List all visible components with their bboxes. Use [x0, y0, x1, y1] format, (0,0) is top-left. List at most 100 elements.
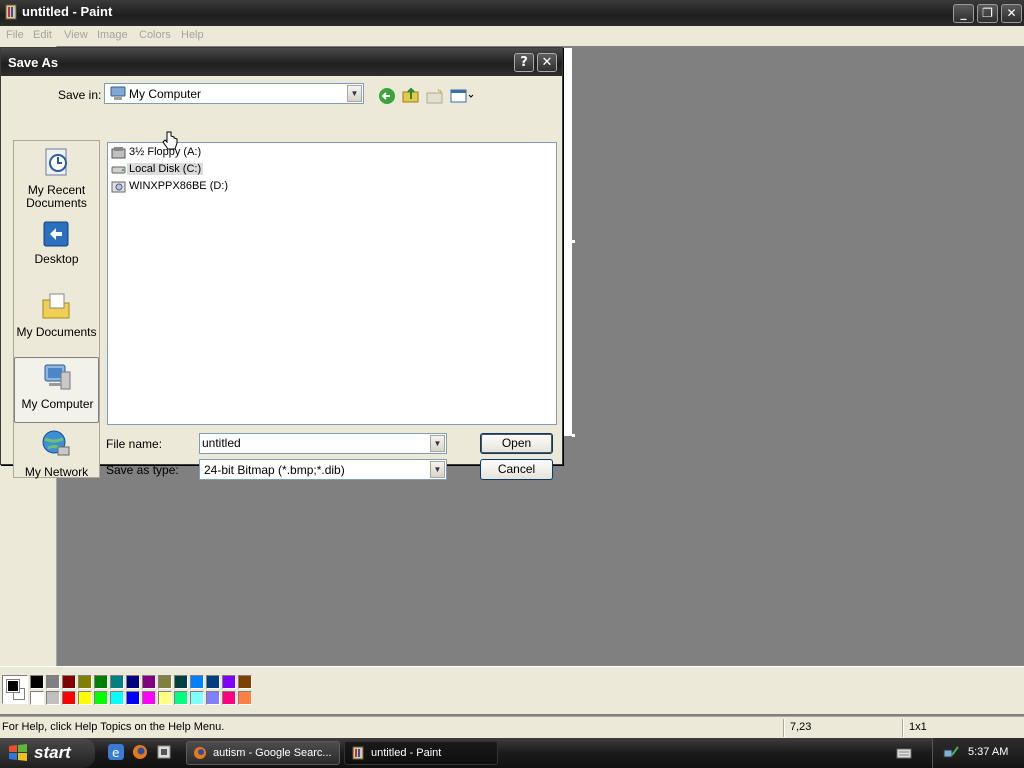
firefox-quicklaunch-icon[interactable]: [132, 744, 148, 760]
new-folder-icon[interactable]: [426, 87, 444, 105]
menu-colors[interactable]: Colors: [139, 29, 171, 41]
canvas-resize-handle-corner[interactable]: [572, 434, 575, 437]
color-swatch[interactable]: [126, 691, 140, 705]
media-quicklaunch-icon[interactable]: [156, 744, 172, 760]
chevron-down-icon[interactable]: ▼: [430, 435, 445, 452]
keyboard-icon[interactable]: [896, 746, 912, 760]
menu-view[interactable]: View: [64, 29, 88, 41]
file-name-input[interactable]: [200, 434, 410, 452]
view-menu-icon[interactable]: [450, 87, 474, 105]
color-swatch[interactable]: [126, 675, 140, 689]
color-swatch[interactable]: [30, 691, 44, 705]
dialog-title-bar[interactable]: Save As ? ✕: [1, 48, 562, 76]
dialog-body: Save in: My Computer ▼ My Recent Documen…: [4, 76, 559, 480]
color-swatch[interactable]: [142, 675, 156, 689]
place-label: My Documents: [16, 325, 97, 339]
task-paint[interactable]: untitled - Paint: [344, 741, 498, 765]
color-swatch[interactable]: [174, 691, 188, 705]
color-swatch[interactable]: [78, 691, 92, 705]
save-as-type-dropdown[interactable]: 24-bit Bitmap (*.bmp;*.dib) ▼: [199, 459, 447, 480]
place-my-recent-documents[interactable]: My Recent Documents: [14, 143, 99, 210]
color-swatch[interactable]: [158, 691, 172, 705]
firefox-icon: [194, 747, 206, 759]
start-button[interactable]: start: [0, 738, 95, 768]
color-swatch[interactable]: [94, 691, 108, 705]
my-documents-icon: [42, 293, 70, 319]
color-swatch[interactable]: [222, 691, 236, 705]
color-swatch[interactable]: [110, 691, 124, 705]
place-label: My Network: [24, 465, 89, 479]
color-swatch[interactable]: [158, 675, 172, 689]
color-swatch[interactable]: [62, 675, 76, 689]
places-bar: My Recent Documents Desktop My Documents: [13, 140, 100, 479]
save-as-dialog: Save As ? ✕ Save in: My Computer ▼ My Re…: [0, 47, 563, 480]
save-in-dropdown[interactable]: My Computer ▼: [104, 83, 364, 104]
ie-quicklaunch-icon[interactable]: e: [108, 744, 124, 760]
back-arrow-icon[interactable]: [378, 87, 396, 105]
place-label: My Recent Documents: [26, 183, 87, 210]
paint-title-bar[interactable]: untitled - Paint _ ❐ ✕: [0, 0, 1024, 26]
task-firefox[interactable]: autism - Google Searc...: [186, 741, 340, 765]
menu-help[interactable]: Help: [181, 29, 204, 41]
color-swatch[interactable]: [174, 675, 188, 689]
desktop-icon: [43, 221, 69, 247]
my-network-icon: [42, 430, 70, 456]
restore-button[interactable]: ❐: [977, 4, 998, 23]
menu-edit[interactable]: Edit: [33, 29, 52, 41]
my-computer-small-icon: [110, 86, 126, 100]
file-list[interactable]: 3½ Floppy (A:) Local Disk (C:) WINXPPX86…: [107, 142, 557, 425]
place-my-network[interactable]: My Network: [14, 425, 99, 491]
color-swatch[interactable]: [62, 691, 76, 705]
file-name-field[interactable]: ▼: [199, 433, 447, 454]
status-divider: [902, 719, 904, 737]
foreground-color-swatch: [6, 679, 20, 693]
chevron-down-icon[interactable]: ▼: [347, 85, 362, 102]
color-swatch[interactable]: [238, 675, 252, 689]
minimize-button[interactable]: _: [953, 4, 974, 23]
color-swatch[interactable]: [78, 675, 92, 689]
color-palette: [0, 666, 1024, 714]
status-help-text: For Help, click Help Topics on the Help …: [2, 721, 225, 733]
paint-app-icon: [5, 4, 17, 20]
cancel-button[interactable]: Cancel: [480, 459, 553, 480]
dialog-close-button[interactable]: ✕: [537, 53, 557, 72]
open-button[interactable]: Open: [480, 433, 553, 454]
network-tray-icon[interactable]: [943, 745, 959, 761]
status-bar: For Help, click Help Topics on the Help …: [0, 716, 1024, 738]
taskbar: start e autism - Google Searc... untitle…: [0, 738, 1024, 768]
color-swatch[interactable]: [30, 675, 44, 689]
hand-cursor-icon: [162, 131, 178, 150]
canvas-resize-handle-right[interactable]: [572, 240, 575, 243]
chevron-down-icon[interactable]: ▼: [430, 461, 445, 478]
color-swatch[interactable]: [206, 675, 220, 689]
paint-icon: [352, 746, 364, 760]
color-swatch[interactable]: [142, 691, 156, 705]
color-swatch[interactable]: [238, 691, 252, 705]
clock: 5:37 AM: [968, 746, 1009, 758]
hard-disk-icon: [111, 166, 126, 174]
color-swatch[interactable]: [110, 675, 124, 689]
place-my-computer[interactable]: My Computer: [14, 357, 99, 423]
color-swatch[interactable]: [46, 675, 60, 689]
menu-file[interactable]: File: [6, 29, 24, 41]
color-swatch[interactable]: [206, 691, 220, 705]
color-swatch[interactable]: [94, 675, 108, 689]
dialog-title: Save As: [8, 55, 59, 70]
color-swatch[interactable]: [190, 691, 204, 705]
close-button[interactable]: ✕: [1001, 4, 1022, 23]
color-swatch[interactable]: [190, 675, 204, 689]
up-folder-icon[interactable]: [402, 86, 420, 104]
menu-image[interactable]: Image: [97, 29, 128, 41]
place-my-documents[interactable]: My Documents: [14, 286, 99, 352]
windows-logo-icon: [9, 744, 27, 761]
place-label: My Computer: [21, 397, 94, 411]
menu-bar: File Edit View Image Colors Help: [0, 26, 1024, 46]
color-swatch[interactable]: [222, 675, 236, 689]
color-swatch[interactable]: [46, 691, 60, 705]
current-colors-box: [2, 675, 28, 704]
place-desktop[interactable]: Desktop: [14, 216, 99, 282]
help-button[interactable]: ?: [514, 53, 534, 72]
status-size: 1x1: [909, 721, 927, 733]
recent-documents-icon: [45, 148, 67, 176]
start-label: start: [34, 743, 71, 762]
